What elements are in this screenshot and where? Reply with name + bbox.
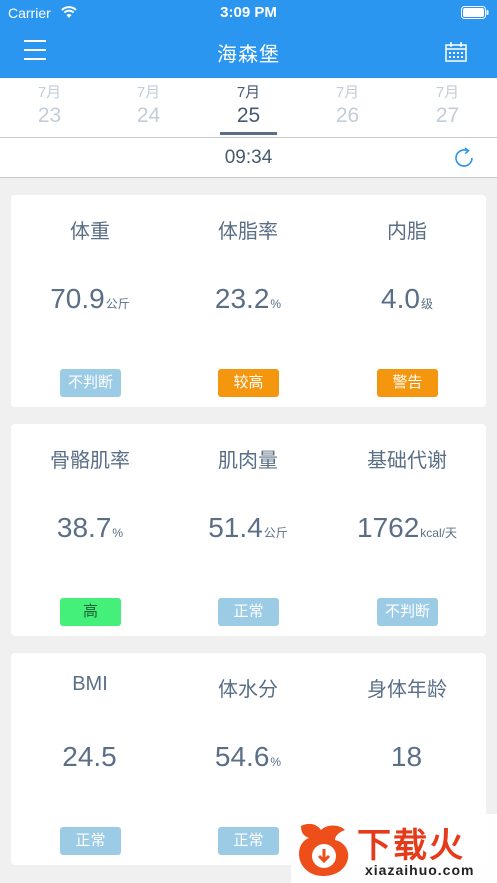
metric-body-fat[interactable]: 体脂率 23.2% 较高 xyxy=(169,195,327,407)
watermark-subtitle: xiazaihuo.com xyxy=(365,862,475,878)
metric-value: 38.7 xyxy=(56,512,112,543)
status-time: 3:09 PM xyxy=(220,4,277,21)
metric-label: 体重 xyxy=(70,221,110,243)
metric-label: 骨骼肌率 xyxy=(50,450,130,472)
date-day: 25 xyxy=(236,104,261,127)
metric-bmi[interactable]: BMI 24.5 正常 xyxy=(11,653,169,865)
metrics-card-2: 骨骼肌率 38.7% 高 肌肉量 51.4公斤 正常 基础代谢 1762kcal… xyxy=(11,424,486,636)
metric-value: 4.0 xyxy=(381,283,420,314)
metric-label: 基础代谢 xyxy=(367,450,447,472)
calendar-icon[interactable] xyxy=(445,42,467,62)
metric-value: 70.9 xyxy=(50,283,105,314)
status-badge: 正常 xyxy=(60,827,121,855)
metric-value: 51.4 xyxy=(208,512,263,543)
metric-visceral-fat[interactable]: 内脂 4.0级 警告 xyxy=(328,195,486,407)
metric-value: 1762 xyxy=(357,512,420,543)
metric-skeletal-muscle[interactable]: 骨骼肌率 38.7% 高 xyxy=(11,424,169,636)
metric-unit: % xyxy=(112,526,124,540)
metric-unit: 公斤 xyxy=(105,297,130,311)
metric-bmr[interactable]: 基础代谢 1762kcal/天 不判断 xyxy=(328,424,486,636)
watermark: 下载火 xiazaihuo.com xyxy=(291,814,497,883)
metric-label: BMI xyxy=(72,673,108,695)
battery-icon xyxy=(461,6,489,19)
page-title: 海森堡 xyxy=(217,44,280,66)
metric-weight[interactable]: 体重 70.9公斤 不判断 xyxy=(11,195,169,407)
date-item[interactable]: 7月 27 xyxy=(398,82,497,128)
metrics-card-1: 体重 70.9公斤 不判断 体脂率 23.2% 较高 内脂 4.0级 警告 xyxy=(11,195,486,407)
watermark-title: 下载火 xyxy=(357,827,465,865)
metric-value: 18 xyxy=(390,741,423,772)
metric-unit: 公斤 xyxy=(263,526,288,540)
metric-label: 内脂 xyxy=(387,221,427,243)
metric-unit: kcal/天 xyxy=(420,526,457,540)
status-badge: 正常 xyxy=(218,827,279,855)
status-badge: 较高 xyxy=(218,369,279,397)
selected-date-indicator xyxy=(220,132,277,135)
date-day: 27 xyxy=(435,104,460,127)
metric-value: 23.2 xyxy=(214,283,270,314)
status-badge: 不判断 xyxy=(60,369,121,397)
metric-label: 体水分 xyxy=(218,679,278,701)
date-item[interactable]: 7月 26 xyxy=(298,82,397,128)
metric-value: 24.5 xyxy=(62,741,117,772)
date-item[interactable]: 7月 24 xyxy=(99,82,198,128)
metric-label: 体脂率 xyxy=(218,221,278,243)
date-item[interactable]: 7月 23 xyxy=(0,82,99,128)
measurement-time: 09:34 xyxy=(224,147,273,168)
metric-label: 身体年龄 xyxy=(367,679,447,701)
metric-label: 肌肉量 xyxy=(218,450,278,472)
refresh-icon[interactable] xyxy=(452,146,476,170)
status-badge: 警告 xyxy=(377,369,438,397)
status-badge: 高 xyxy=(60,598,121,626)
date-selector: 7月 23 7月 24 7月 25 7月 26 7月 27 xyxy=(0,78,497,138)
date-month: 7月 xyxy=(136,84,161,101)
status-bar: Carrier 3:09 PM xyxy=(0,0,497,26)
metric-muscle-mass[interactable]: 肌肉量 51.4公斤 正常 xyxy=(169,424,327,636)
date-month: 7月 xyxy=(236,84,261,101)
date-day: 24 xyxy=(136,104,161,127)
metric-unit: 级 xyxy=(420,297,433,311)
date-day: 23 xyxy=(37,104,62,127)
date-month: 7月 xyxy=(37,84,62,101)
status-badge: 正常 xyxy=(218,598,279,626)
metric-value: 54.6 xyxy=(214,741,270,772)
date-day: 26 xyxy=(335,104,360,127)
date-month: 7月 xyxy=(435,84,460,101)
date-month: 7月 xyxy=(335,84,360,101)
measurement-time-row: 09:34 xyxy=(0,138,497,178)
nav-bar: Carrier 3:09 PM 海森堡 xyxy=(0,0,497,78)
metric-unit: % xyxy=(270,297,282,311)
metric-unit: % xyxy=(270,755,282,769)
status-badge: 不判断 xyxy=(377,598,438,626)
flame-logo-icon xyxy=(299,823,349,876)
date-item-selected[interactable]: 7月 25 xyxy=(199,82,298,128)
